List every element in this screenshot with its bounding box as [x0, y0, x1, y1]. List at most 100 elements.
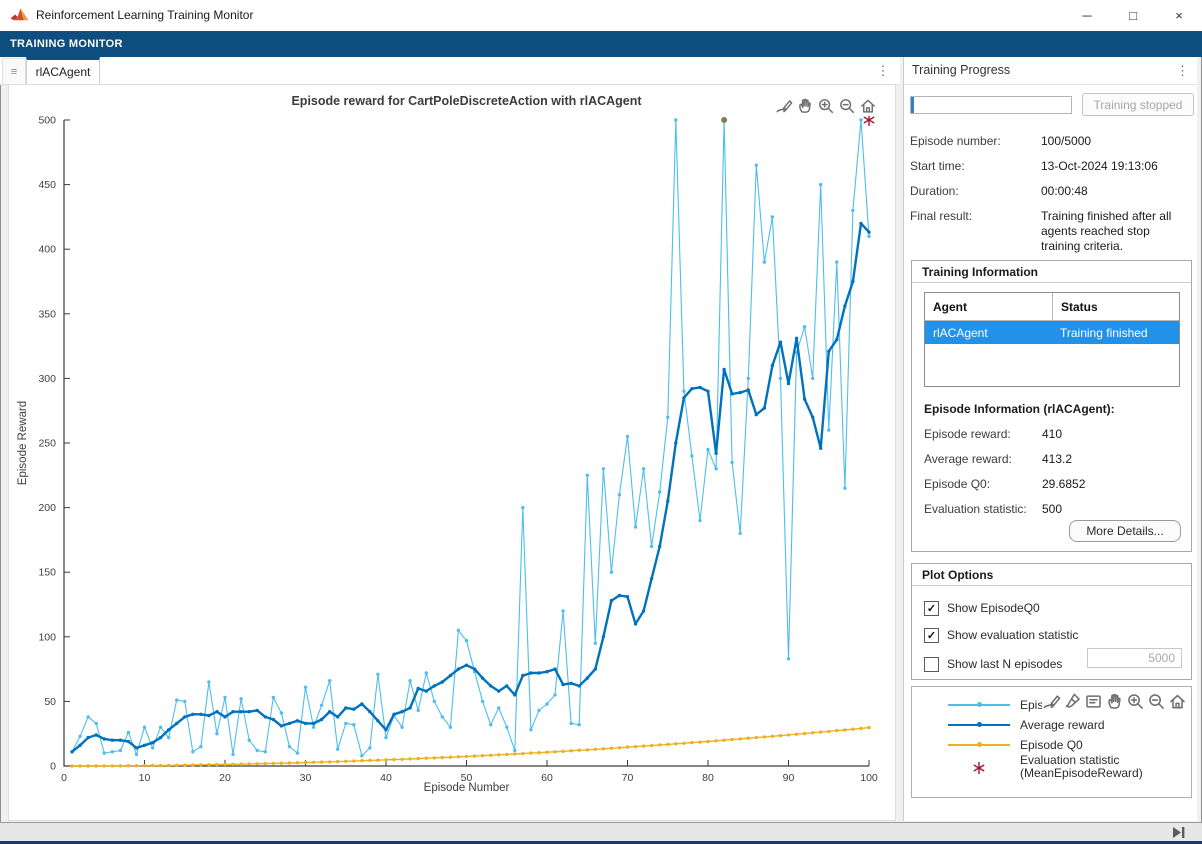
legend-swatch	[948, 697, 1010, 713]
legend-axes-toolbar	[1042, 692, 1187, 711]
minimize-button[interactable]: ─	[1064, 0, 1110, 31]
table-header-row: Agent Status	[925, 293, 1179, 321]
bottom-scroll-strip[interactable]	[0, 822, 1202, 841]
field-label: Duration:	[910, 184, 1038, 198]
field-value: 100/5000	[1041, 134, 1192, 149]
legend-label: Evaluation statistic (MeanEpisodeReward)	[1020, 754, 1143, 780]
axes-toolbar	[773, 96, 879, 116]
svg-text:400: 400	[38, 244, 56, 256]
reward-plot-panel: Episode reward for CartPoleDiscreteActio…	[8, 84, 896, 821]
chart-svg[interactable]: 0501001502002503003504004505000102030405…	[9, 85, 897, 822]
checkbox-show-last-n-episodes[interactable]	[924, 657, 939, 672]
pan-icon[interactable]	[796, 97, 814, 115]
checkbox-show-episodeq0[interactable]: ✓	[924, 601, 939, 616]
pan-icon[interactable]	[1105, 692, 1124, 711]
edit-icon[interactable]	[775, 97, 793, 115]
training-progress-panel: Training Progress ⋮ Training stopped Epi…	[903, 57, 1197, 821]
zoom-out-icon[interactable]	[1147, 692, 1166, 711]
cell-status: Training finished	[1052, 326, 1179, 340]
progress-fill	[911, 97, 914, 113]
option-label: Show last N episodes	[947, 657, 1062, 671]
zoom-in-icon[interactable]	[817, 97, 835, 115]
window-title: Reinforcement Learning Training Monitor	[36, 0, 253, 31]
table-row[interactable]: rlACAgent Training finished	[925, 321, 1179, 344]
group-title: Plot Options	[922, 568, 993, 582]
chart-ylabel: Episode Reward	[17, 401, 29, 485]
field-value: 29.6852	[1042, 477, 1085, 491]
option-label: Show evaluation statistic	[947, 628, 1078, 642]
home-icon[interactable]	[859, 97, 877, 115]
tab-rlacagent[interactable]: rlACAgent	[26, 57, 100, 84]
legend-item-episode-q0: Episode Q0	[948, 737, 1083, 753]
capped-episode-marker	[721, 117, 727, 123]
edit-icon[interactable]	[1042, 692, 1061, 711]
field-label: Episode reward:	[924, 427, 1042, 441]
series-episode-reward	[70, 118, 870, 757]
legend-box: Episo Average reward Episode Q0 Evaluati…	[911, 686, 1192, 798]
field-value: 500	[1042, 502, 1062, 516]
svg-text:100: 100	[38, 631, 56, 643]
column-header-agent: Agent	[925, 300, 1052, 314]
cell-agent: rlACAgent	[925, 326, 1052, 340]
datatip-icon[interactable]	[1084, 692, 1103, 711]
svg-text:150: 150	[38, 567, 56, 579]
toolstrip-ribbon: TRAINING MONITOR	[0, 31, 1202, 57]
zoom-in-icon[interactable]	[1126, 692, 1145, 711]
legend-swatch	[948, 717, 1010, 733]
training-stopped-button: Training stopped	[1082, 93, 1194, 116]
last-n-episodes-input[interactable]	[1087, 648, 1182, 668]
field-value: 00:00:48	[1041, 184, 1192, 199]
column-header-status: Status	[1052, 293, 1179, 320]
option-show-evaluation-statistic[interactable]: ✓ Show evaluation statistic	[924, 627, 1078, 643]
window-titlebar: Reinforcement Learning Training Monitor …	[0, 0, 1202, 32]
field-label: Episode Q0:	[924, 477, 1042, 491]
training-information-group: Training Information Agent Status rlACAg…	[911, 260, 1192, 552]
field-label: Episode number:	[910, 134, 1038, 148]
checkbox-show-evaluation-statistic[interactable]: ✓	[924, 628, 939, 643]
svg-text:50: 50	[44, 696, 56, 708]
panel-title: Training Progress	[912, 57, 1010, 84]
home-icon[interactable]	[1168, 692, 1187, 711]
svg-text:500: 500	[38, 115, 56, 127]
option-show-episodeq0[interactable]: ✓ Show EpisodeQ0	[924, 600, 1040, 616]
svg-text:0: 0	[50, 761, 56, 773]
field-label: Start time:	[910, 159, 1038, 173]
agent-status-table[interactable]: Agent Status rlACAgent Training finished	[924, 292, 1180, 387]
svg-text:200: 200	[38, 502, 56, 514]
field-value: 13-Oct-2024 19:13:06	[1041, 159, 1192, 174]
close-button[interactable]: ×	[1156, 0, 1202, 31]
tab-actions-kebab-icon[interactable]: ⋮	[870, 57, 896, 84]
field-value: 410	[1042, 427, 1062, 441]
legend-item-average-reward: Average reward	[948, 717, 1105, 733]
group-title: Training Information	[922, 265, 1038, 279]
svg-text:350: 350	[38, 308, 56, 320]
plot-options-group: Plot Options ✓ Show EpisodeQ0 ✓ Show eva…	[911, 563, 1192, 680]
legend-label: Episode Q0	[1020, 739, 1083, 752]
document-tabstrip: ≡ rlACAgent ⋮	[0, 57, 900, 85]
evaluation-asterisk-icon	[948, 759, 1010, 775]
option-show-last-n-episodes[interactable]: Show last N episodes	[924, 656, 1062, 672]
maximize-button[interactable]: □	[1110, 0, 1156, 31]
legend-label: Average reward	[1020, 719, 1105, 732]
tab-list-icon[interactable]: ≡	[2, 58, 26, 85]
svg-text:300: 300	[38, 373, 56, 385]
more-details-button[interactable]: More Details...	[1069, 520, 1181, 542]
field-value: Training finished after all agents reach…	[1041, 209, 1192, 254]
ribbon-tab-training-monitor[interactable]: TRAINING MONITOR	[10, 31, 123, 57]
field-label: Final result:	[910, 209, 1038, 223]
matlab-logo-icon	[10, 7, 29, 24]
legend-item-episode-reward: Episo	[948, 697, 1050, 713]
svg-text:450: 450	[38, 179, 56, 191]
training-progress-bar	[910, 96, 1072, 114]
skip-end-icon[interactable]	[1172, 826, 1186, 839]
zoom-out-icon[interactable]	[838, 97, 856, 115]
panel-kebab-icon[interactable]: ⋮	[1176, 57, 1189, 84]
field-value: 413.2	[1042, 452, 1072, 466]
field-label: Average reward:	[924, 452, 1042, 466]
brush-icon[interactable]	[1063, 692, 1082, 711]
field-label: Evaluation statistic:	[924, 502, 1042, 516]
legend-swatch	[948, 737, 1010, 753]
legend-item-evaluation-statistic: Evaluation statistic (MeanEpisodeReward)	[948, 759, 1143, 775]
svg-text:250: 250	[38, 438, 56, 450]
axes: 0501001502002503003504004505000102030405…	[38, 115, 877, 785]
